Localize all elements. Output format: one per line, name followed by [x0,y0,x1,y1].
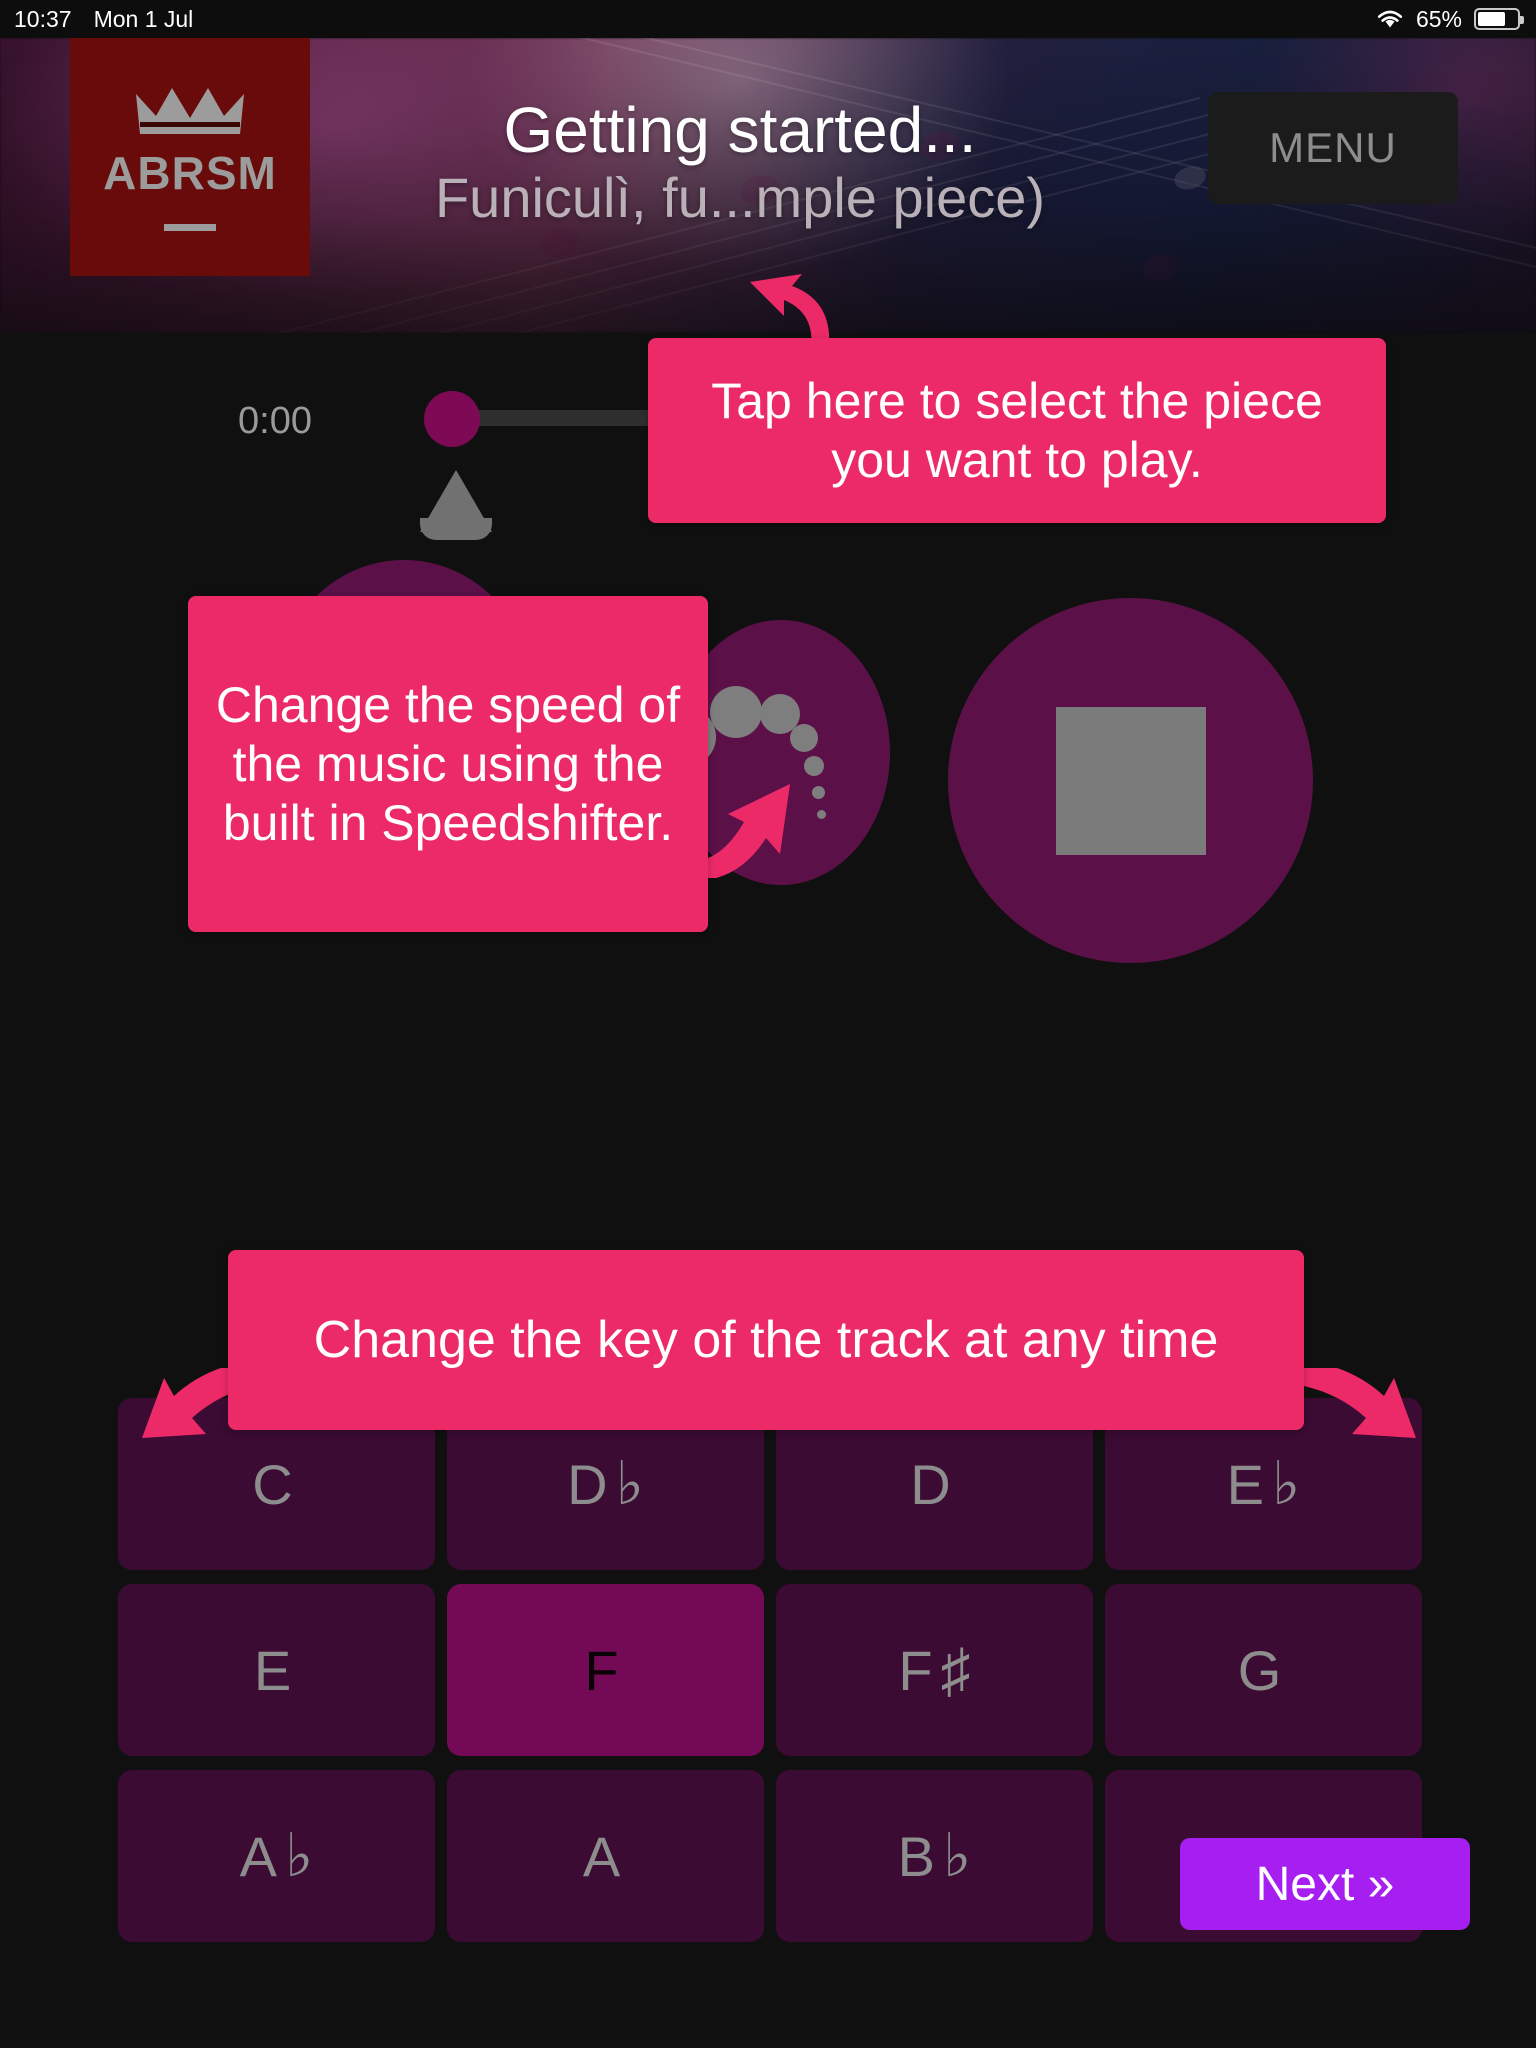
wifi-icon [1376,8,1404,30]
tooltip-speedshifter-text: Change the speed of the music using the … [215,676,681,851]
key-accidental: ♭ [943,1822,972,1889]
status-bar-left: 10:37 Mon 1 Jul [14,6,193,33]
key-accidental: ♭ [615,1450,644,1517]
ios-status-bar: 10:37 Mon 1 Jul 65% [0,0,1536,38]
tooltip-change-key: Change the key of the track at any time [228,1250,1304,1430]
key-button-a[interactable]: A [447,1770,764,1942]
tooltip-select-piece-text: Tap here to select the piece you want to… [711,373,1323,488]
status-bar-right: 65% [1376,5,1524,33]
key-button-a-flat[interactable]: A ♭ [118,1770,435,1942]
status-bar-time: 10:37 [14,5,72,32]
tooltip-change-key-text: Change the key of the track at any time [313,1311,1219,1369]
key-label: D [910,1452,951,1516]
speedshifter-dot-7 [817,810,826,819]
current-time-label: 0:00 [238,400,312,442]
key-label: D [567,1452,608,1516]
speedshifter-dot-4 [790,724,818,752]
app-root: 10:37 Mon 1 Jul 65% ABRSM Getting starte… [0,0,1536,2048]
menu-button-label: MENU [1269,124,1397,171]
key-accidental: ♯ [940,1636,971,1704]
logo-underline [164,223,216,231]
menu-button[interactable]: MENU [1208,92,1458,204]
header-title-block[interactable]: Getting started... Funiculì, fu...mple p… [310,94,1170,230]
key-button-b-flat[interactable]: B ♭ [776,1770,1093,1942]
key-label: A [239,1824,278,1888]
key-label: G [1237,1638,1282,1702]
speedshifter-dot-5 [804,756,824,776]
next-button[interactable]: Next » [1180,1838,1470,1930]
key-label: C [252,1452,293,1516]
speedshifter-dot-2 [710,686,762,738]
battery-icon [1474,8,1524,30]
key-button-f[interactable]: F [447,1584,764,1756]
logo-wordmark: ABRSM [103,146,277,199]
key-button-g[interactable]: G [1105,1584,1422,1756]
metronome-cone-base[interactable] [420,518,492,540]
key-accidental: ♭ [1272,1450,1301,1517]
key-accidental: ♭ [285,1822,314,1889]
key-label: B [897,1824,936,1888]
battery-percent-label: 65% [1415,5,1462,32]
abrsm-logo: ABRSM [70,38,310,276]
key-label: F [584,1638,619,1702]
app-header: ABRSM Getting started... Funiculì, fu...… [0,38,1536,333]
key-button-e[interactable]: E [118,1584,435,1756]
key-label: E [253,1638,292,1702]
key-label: F [898,1638,933,1702]
page-title: Getting started... [503,94,977,166]
next-button-label: Next » [1255,1857,1395,1911]
key-label: A [582,1824,621,1888]
page-subtitle: Funiculì, fu...mple piece) [434,166,1046,230]
key-button-f-sharp[interactable]: F ♯ [776,1584,1093,1756]
stop-square-icon [1055,706,1206,855]
status-bar-date: Mon 1 Jul [93,5,194,32]
speedshifter-dot-6 [812,786,825,799]
tooltip-speedshifter: Change the speed of the music using the … [188,596,708,932]
tooltip-select-piece: Tap here to select the piece you want to… [648,338,1386,523]
stop-button[interactable] [948,598,1313,963]
seek-handle[interactable] [424,391,480,447]
key-label: E [1226,1452,1265,1516]
crown-icon [136,87,244,134]
